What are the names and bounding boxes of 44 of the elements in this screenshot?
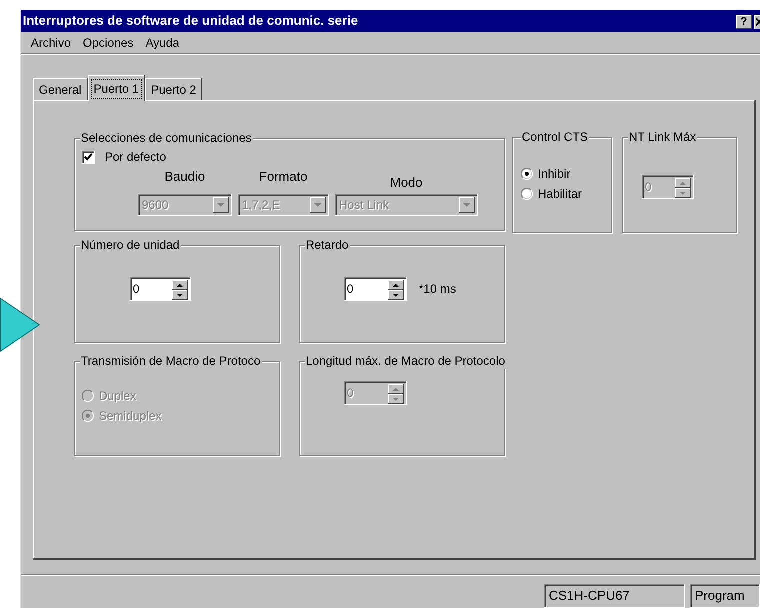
number-field[interactable]: 0 [130,277,191,301]
caret-icon [314,202,322,208]
field-label: Modo [390,174,423,192]
radio-label: Inhibir [538,166,571,183]
close-button[interactable] [754,14,760,28]
help-button[interactable]: ? [736,14,752,28]
up-arrow-icon [175,282,185,288]
down-arrow-icon [175,292,185,298]
down-arrow-icon [678,190,688,196]
arrow-icon [0,298,40,352]
group-title: Longitud máx. de Macro de Protocolo [305,353,506,369]
radio-button[interactable] [521,168,533,180]
spin-up-button[interactable] [388,280,404,290]
field-label: Formato [259,168,308,186]
check-icon [84,153,93,161]
up-arrow-icon [391,282,401,288]
caret-icon [217,202,225,208]
close-icon [756,18,760,26]
caret-icon [463,202,471,208]
tab[interactable]: Puerto 1 [88,75,146,101]
menu-item[interactable]: Archivo [31,34,72,52]
status-field: CS1H-CPU67 [544,584,685,608]
menu-item[interactable]: Ayuda [146,34,180,52]
checkbox-label: Por defecto [105,149,166,166]
spin-down-button[interactable] [172,290,188,300]
unit-label: *10 ms [419,281,456,298]
status-field: Program [690,584,760,608]
field-label: Baudio [164,168,206,186]
radio-button[interactable] [521,188,533,200]
menu-item[interactable]: Opciones [83,34,134,52]
checkbox[interactable] [82,150,95,164]
radio-label: Semiduplex [99,408,162,425]
tab[interactable]: General [33,78,88,100]
up-arrow-icon [391,386,401,392]
up-arrow-icon [678,180,688,186]
down-arrow-icon [391,396,401,402]
spin-up-button[interactable] [172,280,188,290]
radio-label: Duplex [99,388,136,405]
radio-label: Habilitar [538,186,582,203]
spin-down-button[interactable] [388,290,404,300]
number-field[interactable]: 0 [344,277,407,301]
down-arrow-icon [391,292,401,298]
window-title: Interruptores de software de unidad de comunic. serie [23,12,360,30]
tab[interactable]: Puerto 2 [145,78,202,100]
